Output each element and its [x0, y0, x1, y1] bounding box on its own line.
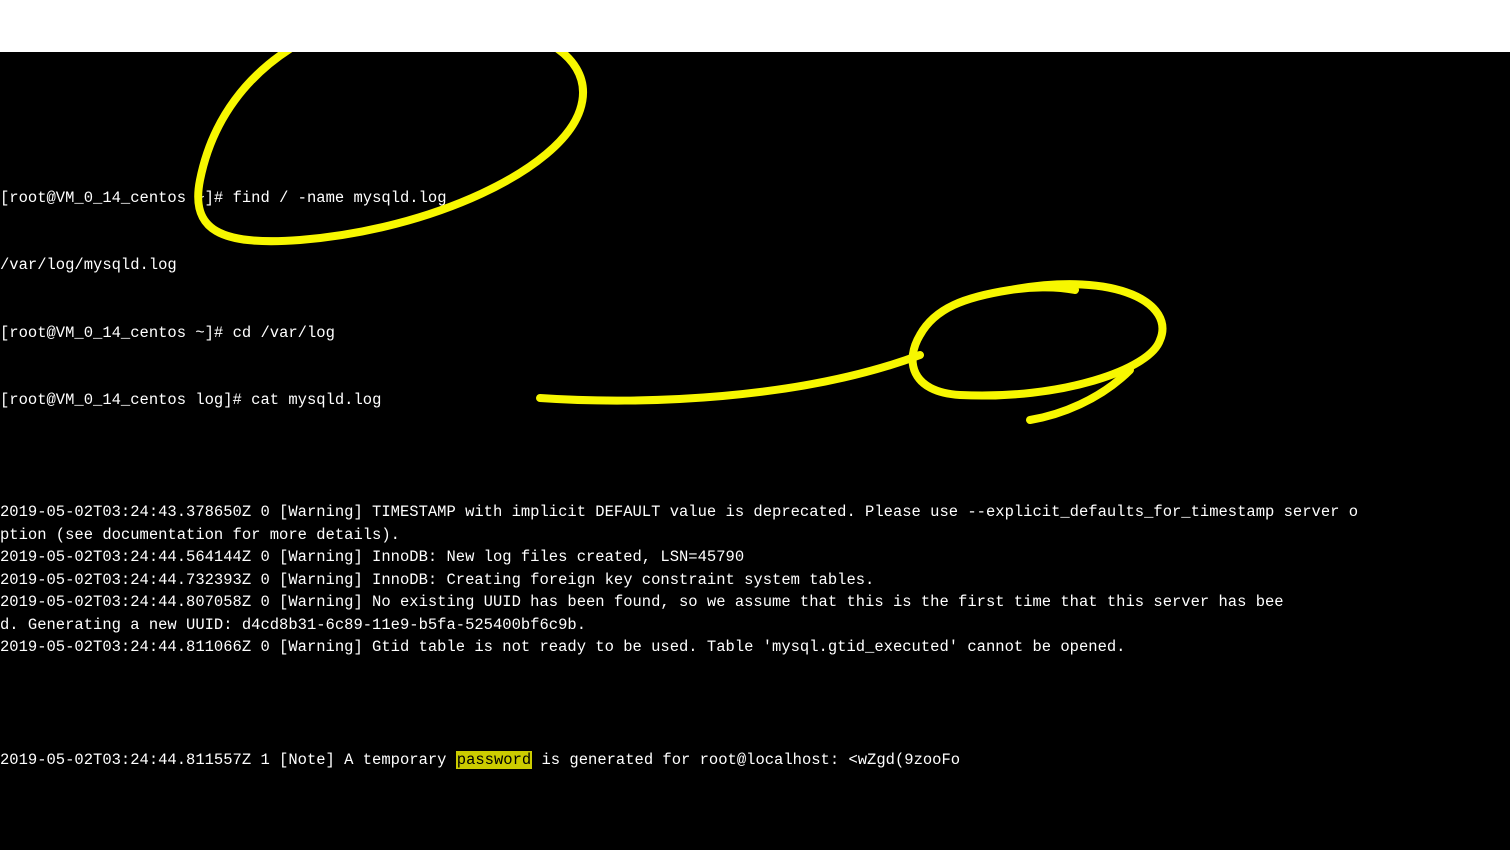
- log-line: 2019-05-02T03:24:44.732393Z 0 [Warning] …: [0, 569, 1510, 591]
- shell-command: cat mysqld.log: [251, 391, 381, 409]
- shell-line: [root@VM_0_14_centos ~]# cd /var/log: [0, 322, 1510, 344]
- log-line: 2019-05-02T03:24:44.564144Z 0 [Warning] …: [0, 546, 1510, 568]
- log-line: 2019-05-02T03:24:44.807058Z 0 [Warning] …: [0, 591, 1510, 613]
- annotation-overlay: [0, 52, 1510, 850]
- shell-prompt: [root@VM_0_14_centos log]#: [0, 391, 242, 409]
- shell-line: [root@VM_0_14_centos log]# cat mysqld.lo…: [0, 389, 1510, 411]
- highlight-password: password: [456, 751, 532, 769]
- log-line: d. Generating a new UUID: d4cd8b31-6c89-…: [0, 614, 1510, 636]
- log-output: 2019-05-02T03:24:43.378650Z 0 [Warning] …: [0, 501, 1510, 658]
- shell-command: cd /var/log: [233, 324, 335, 342]
- shell-command: find / -name mysqld.log: [233, 189, 447, 207]
- log-line: 2019-05-02T03:24:43.378650Z 0 [Warning] …: [0, 501, 1510, 523]
- log-password-line: 2019-05-02T03:24:44.811557Z 1 [Note] A t…: [0, 749, 1510, 771]
- terminal-window[interactable]: [root@VM_0_14_centos ~]# find / -name my…: [0, 52, 1510, 850]
- shell-output: /var/log/mysqld.log: [0, 254, 1510, 276]
- shell-prompt: [root@VM_0_14_centos ~]#: [0, 189, 223, 207]
- log-line: 2019-05-02T03:24:44.811066Z 0 [Warning] …: [0, 636, 1510, 658]
- log-line: ption (see documentation for more detail…: [0, 524, 1510, 546]
- shell-prompt: [root@VM_0_14_centos ~]#: [0, 324, 223, 342]
- log-text: is generated for root@localhost: <wZgd(9…: [532, 751, 960, 769]
- log-text: 2019-05-02T03:24:44.811557Z 1 [Note] A t…: [0, 751, 456, 769]
- shell-line: [root@VM_0_14_centos ~]# find / -name my…: [0, 187, 1510, 209]
